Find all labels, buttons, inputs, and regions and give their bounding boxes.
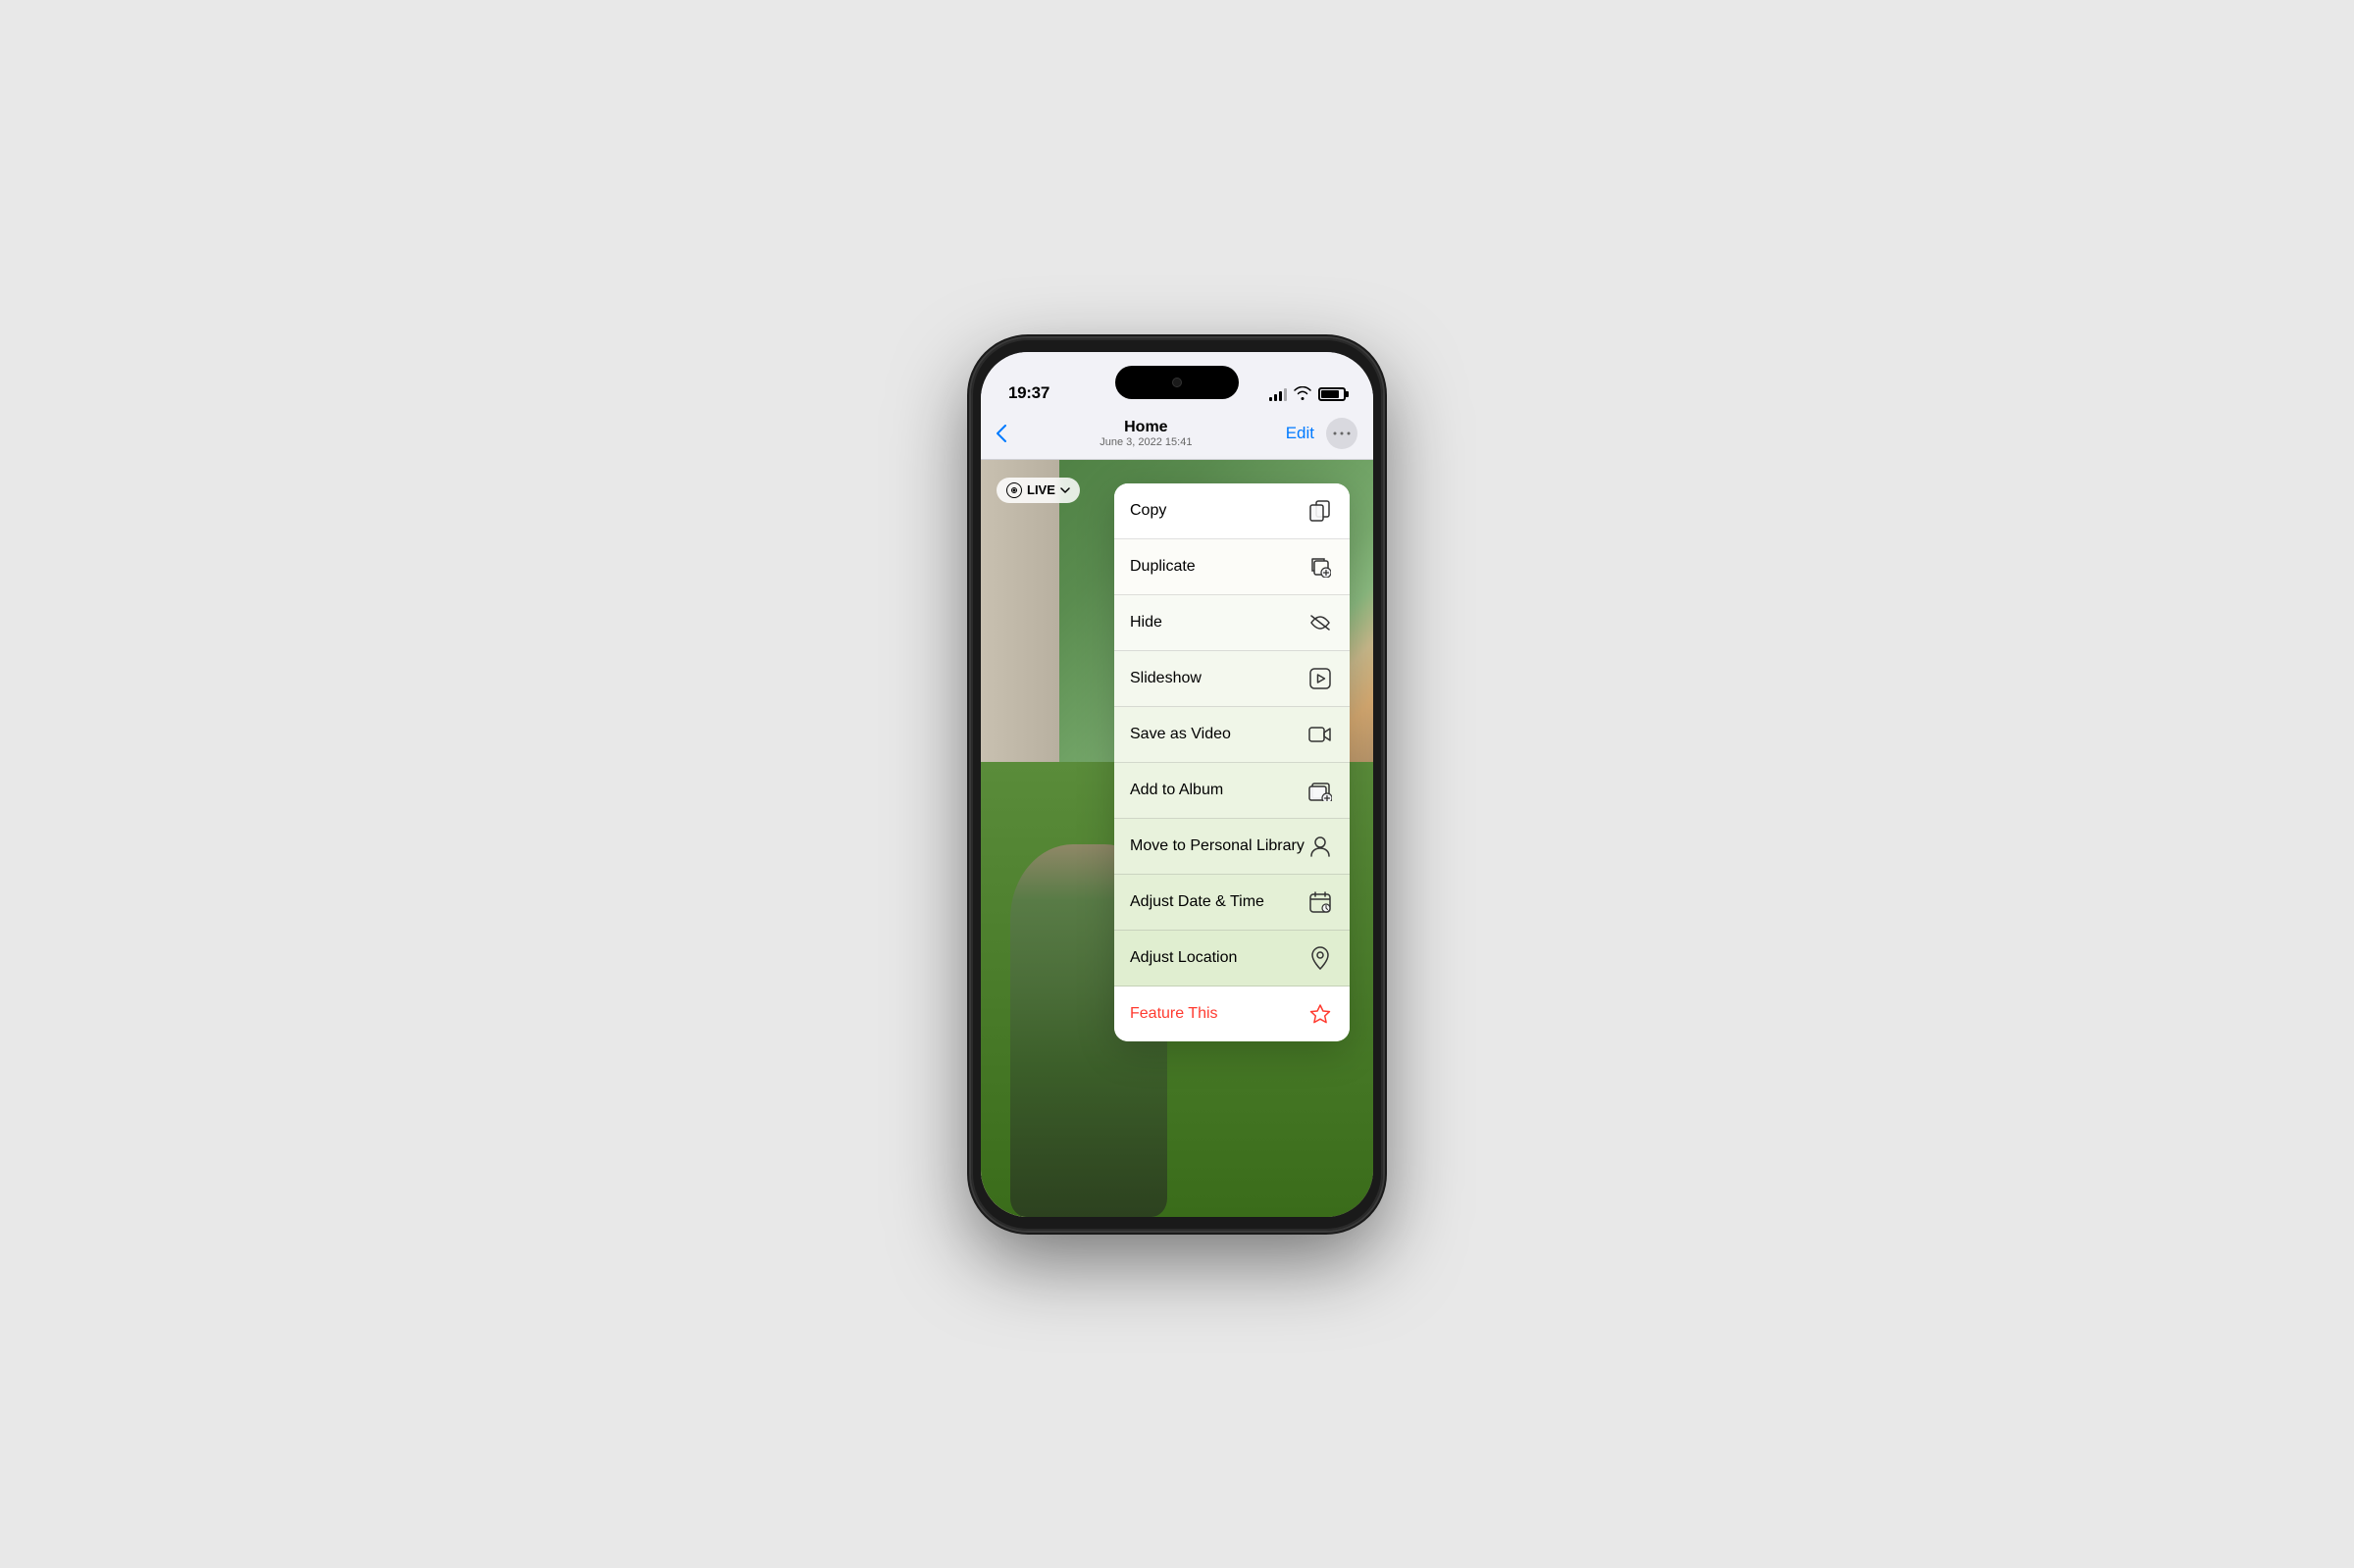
menu-item-duplicate[interactable]: Duplicate: [1114, 539, 1350, 595]
menu-item-adjust-date-time-label: Adjust Date & Time: [1130, 893, 1264, 911]
nav-right: Edit: [1286, 418, 1357, 449]
status-time: 19:37: [1008, 383, 1049, 403]
phone-device: 19:37: [971, 338, 1383, 1231]
menu-item-copy-label: Copy: [1130, 502, 1166, 520]
edit-button[interactable]: Edit: [1286, 424, 1314, 443]
menu-item-feature-this-label: Feature This: [1130, 1005, 1218, 1023]
menu-item-adjust-location[interactable]: Adjust Location: [1114, 931, 1350, 986]
video-icon: [1306, 721, 1334, 748]
copy-icon: [1306, 497, 1334, 525]
back-button[interactable]: [997, 425, 1006, 442]
signal-icon: [1269, 387, 1287, 401]
menu-item-save-video[interactable]: Save as Video: [1114, 707, 1350, 763]
menu-item-duplicate-label: Duplicate: [1130, 558, 1196, 576]
menu-item-adjust-date-time[interactable]: Adjust Date & Time: [1114, 875, 1350, 931]
more-button[interactable]: [1326, 418, 1357, 449]
context-menu: Copy Duplicate: [1114, 483, 1350, 1041]
menu-item-adjust-location-label: Adjust Location: [1130, 949, 1237, 967]
camera-lens: [1172, 378, 1182, 387]
menu-item-personal-library[interactable]: Move to Personal Library: [1114, 819, 1350, 875]
menu-item-save-video-label: Save as Video: [1130, 726, 1231, 743]
nav-title: Home June 3, 2022 15:41: [1100, 419, 1192, 448]
menu-item-add-album[interactable]: Add to Album: [1114, 763, 1350, 819]
duplicate-icon: [1306, 553, 1334, 581]
phone-screen: 19:37: [981, 352, 1373, 1217]
battery-fill: [1321, 390, 1339, 398]
menu-item-slideshow-label: Slideshow: [1130, 670, 1202, 687]
dynamic-island: [1115, 366, 1239, 399]
live-label: LIVE: [1027, 482, 1055, 497]
nav-title-main: Home: [1100, 419, 1192, 436]
menu-item-copy[interactable]: Copy: [1114, 483, 1350, 539]
play-icon: [1306, 665, 1334, 692]
status-icons: [1269, 386, 1346, 403]
battery-icon: [1318, 387, 1346, 401]
live-badge[interactable]: LIVE: [997, 478, 1080, 503]
chevron-down-icon: [1060, 487, 1070, 493]
menu-item-slideshow[interactable]: Slideshow: [1114, 651, 1350, 707]
live-inner-circle: [1011, 487, 1017, 493]
calendar-icon: [1306, 888, 1334, 916]
menu-item-feature-this[interactable]: Feature This: [1114, 986, 1350, 1041]
hide-icon: [1306, 609, 1334, 636]
add-album-icon: [1306, 777, 1334, 804]
navigation-bar: Home June 3, 2022 15:41 Edit: [981, 409, 1373, 460]
live-circle-icon: [1006, 482, 1022, 498]
menu-item-hide-label: Hide: [1130, 614, 1162, 632]
menu-item-add-album-label: Add to Album: [1130, 782, 1223, 799]
wifi-icon: [1294, 386, 1311, 403]
location-icon: [1306, 944, 1334, 972]
menu-item-hide[interactable]: Hide: [1114, 595, 1350, 651]
feature-icon: [1306, 1000, 1334, 1028]
menu-item-personal-library-label: Move to Personal Library: [1130, 837, 1305, 855]
nav-title-subtitle: June 3, 2022 15:41: [1100, 436, 1192, 448]
person-icon: [1306, 833, 1334, 860]
